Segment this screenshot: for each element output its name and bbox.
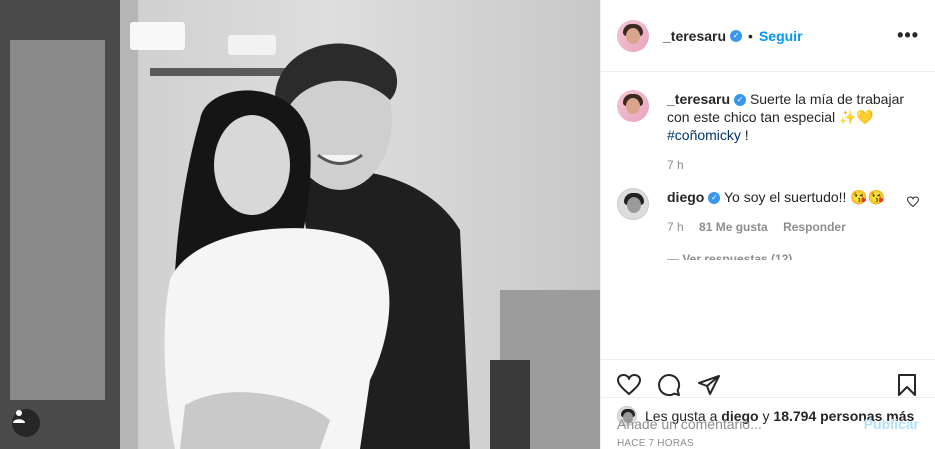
like-button[interactable]: [617, 373, 641, 397]
post-photo[interactable]: [0, 0, 600, 449]
author-avatar[interactable]: [617, 19, 649, 52]
comment-likes[interactable]: 81 Me gusta: [699, 220, 768, 234]
window-glass: [10, 40, 105, 400]
post-header: _teresaru ✓ • Seguir •••: [601, 0, 935, 72]
verified-badge-icon: ✓: [708, 192, 721, 205]
publish-button[interactable]: Publicar: [864, 416, 919, 432]
ceiling-lamp-left: [130, 22, 185, 50]
save-button[interactable]: [895, 373, 919, 397]
bookmark-icon: [898, 374, 916, 396]
lamp-bar: [150, 68, 285, 76]
instagram-post: _teresaru ✓ • Seguir ••• _teresaru ✓ Suer…: [0, 0, 935, 449]
share-icon: [698, 375, 720, 395]
caption-avatar[interactable]: [617, 90, 649, 122]
verified-badge-icon: ✓: [730, 29, 743, 42]
comment-input[interactable]: [617, 415, 864, 432]
separator-dot: •: [748, 27, 753, 44]
right-shadow: [490, 360, 530, 449]
reply-button[interactable]: Responder: [783, 220, 846, 234]
share-button[interactable]: [697, 373, 721, 397]
caption-meta: 7 h: [667, 156, 919, 174]
view-replies-link[interactable]: — Ver respuestas (12): [667, 252, 919, 260]
ceiling-lamp-right: [228, 35, 276, 55]
commenter-username[interactable]: diego: [667, 189, 704, 205]
heart-icon: [617, 373, 641, 396]
comment-meta: 7 h 81 Me gusta Responder: [667, 218, 899, 236]
comment-text: Yo soy el suertudo!! 😘😘: [723, 189, 886, 205]
comment-icon: [658, 374, 681, 397]
comment-item: diego ✓ Yo soy el suertudo!! 😘😘 7 h 81 Me…: [617, 188, 919, 236]
author-username[interactable]: _teresaru: [663, 28, 726, 44]
comment-heart-icon[interactable]: [907, 196, 919, 208]
comment-button[interactable]: [657, 373, 681, 397]
door-edge: [120, 0, 138, 449]
post-sidebar: _teresaru ✓ • Seguir ••• _teresaru ✓ Suer…: [600, 0, 935, 449]
hashtag-link[interactable]: #coñomicky: [667, 127, 741, 143]
verified-badge-icon: ✓: [734, 94, 747, 107]
comments-list[interactable]: _teresaru ✓ Suerte la mía de trabajar con…: [601, 72, 935, 359]
user-icon: [13, 410, 25, 423]
more-options-icon[interactable]: •••: [897, 25, 919, 46]
follow-button[interactable]: Seguir: [759, 28, 803, 44]
woman-face: [214, 115, 290, 215]
tagged-users-button[interactable]: [12, 409, 40, 437]
add-comment-bar: Publicar: [601, 397, 935, 449]
caption-username[interactable]: _teresaru: [667, 91, 730, 107]
commenter-avatar[interactable]: [617, 188, 649, 220]
caption-time[interactable]: 7 h: [667, 158, 684, 172]
caption-trailing: !: [740, 127, 749, 143]
caption: _teresaru ✓ Suerte la mía de trabajar con…: [617, 90, 919, 174]
photo-illustration: [0, 0, 600, 449]
comment-time[interactable]: 7 h: [667, 220, 684, 234]
